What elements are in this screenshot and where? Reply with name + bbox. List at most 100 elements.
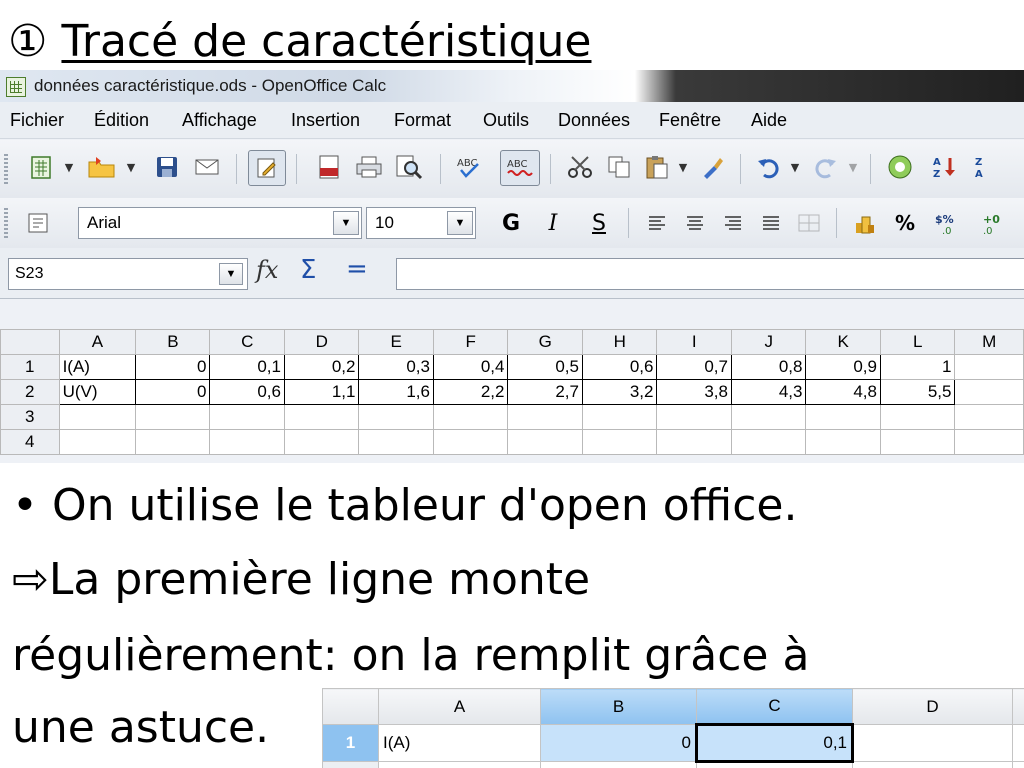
column-header[interactable]: E	[358, 329, 434, 355]
cell[interactable]: 1,1	[283, 379, 360, 405]
new-document-icon[interactable]	[24, 150, 58, 184]
cell[interactable]	[540, 761, 697, 768]
cell[interactable]: 1,6	[358, 379, 434, 405]
cut-icon[interactable]	[562, 150, 598, 184]
cell[interactable]: 3,8	[656, 379, 732, 405]
column-header[interactable]: J	[730, 329, 807, 355]
justify-icon[interactable]	[756, 206, 786, 240]
cell[interactable]: I(A)	[378, 724, 541, 762]
redo-dropdown-icon[interactable]: ▼	[846, 150, 860, 184]
column-header[interactable]: A	[58, 329, 137, 355]
cell[interactable]: 4,3	[730, 379, 807, 405]
cell[interactable]: 0,1	[209, 354, 285, 380]
cell[interactable]	[954, 379, 1024, 405]
sort-descending-icon[interactable]: ZA	[970, 150, 1004, 184]
active-cell[interactable]: 0,1	[695, 723, 854, 763]
new-dropdown-icon[interactable]: ▼	[62, 150, 76, 184]
email-icon[interactable]	[190, 150, 224, 184]
cell[interactable]: I(A)	[58, 354, 137, 380]
undo-icon[interactable]	[752, 150, 786, 184]
cell[interactable]	[852, 761, 1013, 768]
cell[interactable]	[135, 404, 211, 430]
row-header[interactable]: 2	[0, 379, 60, 405]
menu-format[interactable]: Format	[394, 110, 451, 131]
cell[interactable]	[209, 429, 285, 455]
cell[interactable]: 0,9	[805, 354, 881, 380]
print-icon[interactable]	[352, 150, 386, 184]
align-left-icon[interactable]	[642, 206, 672, 240]
column-header[interactable]: C	[696, 688, 853, 725]
menu-aide[interactable]: Aide	[751, 110, 787, 131]
cell[interactable]: 5,5	[879, 379, 956, 405]
column-header[interactable]: A	[378, 688, 541, 725]
formula-input[interactable]	[396, 258, 1024, 290]
menu-insertion[interactable]: Insertion	[291, 110, 360, 131]
cell[interactable]: 2,7	[507, 379, 583, 405]
column-header[interactable]: L	[879, 329, 956, 355]
cell[interactable]	[432, 429, 509, 455]
corner-cell[interactable]	[322, 688, 379, 725]
cell[interactable]	[730, 429, 807, 455]
add-decimal-icon[interactable]: +0.0	[976, 206, 1012, 240]
navigator-icon[interactable]	[882, 150, 918, 184]
cell[interactable]	[805, 429, 881, 455]
row-header[interactable]: 1	[322, 724, 379, 762]
cell[interactable]	[581, 429, 658, 455]
cell[interactable]	[656, 429, 732, 455]
paste-dropdown-icon[interactable]: ▼	[676, 150, 690, 184]
format-paintbrush-icon[interactable]	[696, 150, 730, 184]
cell[interactable]: 0,3	[358, 354, 434, 380]
autospellcheck-icon[interactable]: ABC	[500, 150, 540, 186]
cell[interactable]	[358, 429, 434, 455]
paste-icon[interactable]	[640, 150, 674, 184]
row-header[interactable]: 3	[0, 404, 60, 430]
cell[interactable]: 0,6	[209, 379, 285, 405]
column-header[interactable]: D	[283, 329, 360, 355]
currency-format-icon[interactable]	[848, 206, 882, 240]
align-right-icon[interactable]	[718, 206, 748, 240]
menu-affichage[interactable]: Affichage	[182, 110, 257, 131]
column-header[interactable]: K	[805, 329, 881, 355]
print-preview-icon[interactable]	[392, 150, 426, 184]
cell[interactable]	[805, 404, 881, 430]
font-size-combo[interactable]: 10 ▼	[366, 207, 476, 239]
cell[interactable]	[656, 404, 732, 430]
underline-icon[interactable]: S	[584, 206, 614, 240]
cell[interactable]: U(V)	[58, 379, 137, 405]
column-header[interactable]: H	[581, 329, 658, 355]
spellcheck-icon[interactable]: ABC	[452, 150, 488, 184]
cell[interactable]: 4,8	[805, 379, 881, 405]
cell[interactable]	[358, 404, 434, 430]
cell[interactable]	[1012, 761, 1024, 768]
column-header[interactable]: G	[507, 329, 583, 355]
column-header[interactable]: B	[135, 329, 211, 355]
function-equals-icon[interactable]: =	[346, 254, 368, 284]
cell[interactable]: 1	[879, 354, 956, 380]
cell[interactable]: 0,2	[283, 354, 360, 380]
column-header[interactable]: I	[656, 329, 732, 355]
row-header[interactable]: 4	[0, 429, 60, 455]
cell[interactable]: 0,7	[656, 354, 732, 380]
chevron-down-icon[interactable]: ▼	[447, 211, 473, 235]
menu-fenetre[interactable]: Fenêtre	[659, 110, 721, 131]
styles-formatting-icon[interactable]	[20, 206, 56, 240]
merge-cells-icon[interactable]	[794, 206, 824, 240]
italic-icon[interactable]: I	[538, 206, 568, 240]
open-folder-icon[interactable]	[84, 150, 120, 184]
redo-icon[interactable]	[808, 150, 842, 184]
corner-cell[interactable]	[0, 329, 60, 355]
cell[interactable]: 2,2	[432, 379, 509, 405]
cell[interactable]: 0	[135, 354, 211, 380]
cell[interactable]	[283, 404, 360, 430]
cell[interactable]	[507, 429, 583, 455]
chevron-down-icon[interactable]: ▼	[219, 263, 243, 285]
menu-donnees[interactable]: Données	[558, 110, 630, 131]
undo-dropdown-icon[interactable]: ▼	[788, 150, 802, 184]
percent-format-icon[interactable]: %	[890, 206, 920, 240]
cell[interactable]: 0	[135, 379, 211, 405]
cell[interactable]	[378, 761, 541, 768]
function-wizard-icon[interactable]: 𝑓x	[256, 256, 278, 284]
column-header[interactable]: D	[852, 688, 1013, 725]
edit-file-icon[interactable]	[248, 150, 286, 186]
column-header[interactable]: F	[432, 329, 509, 355]
